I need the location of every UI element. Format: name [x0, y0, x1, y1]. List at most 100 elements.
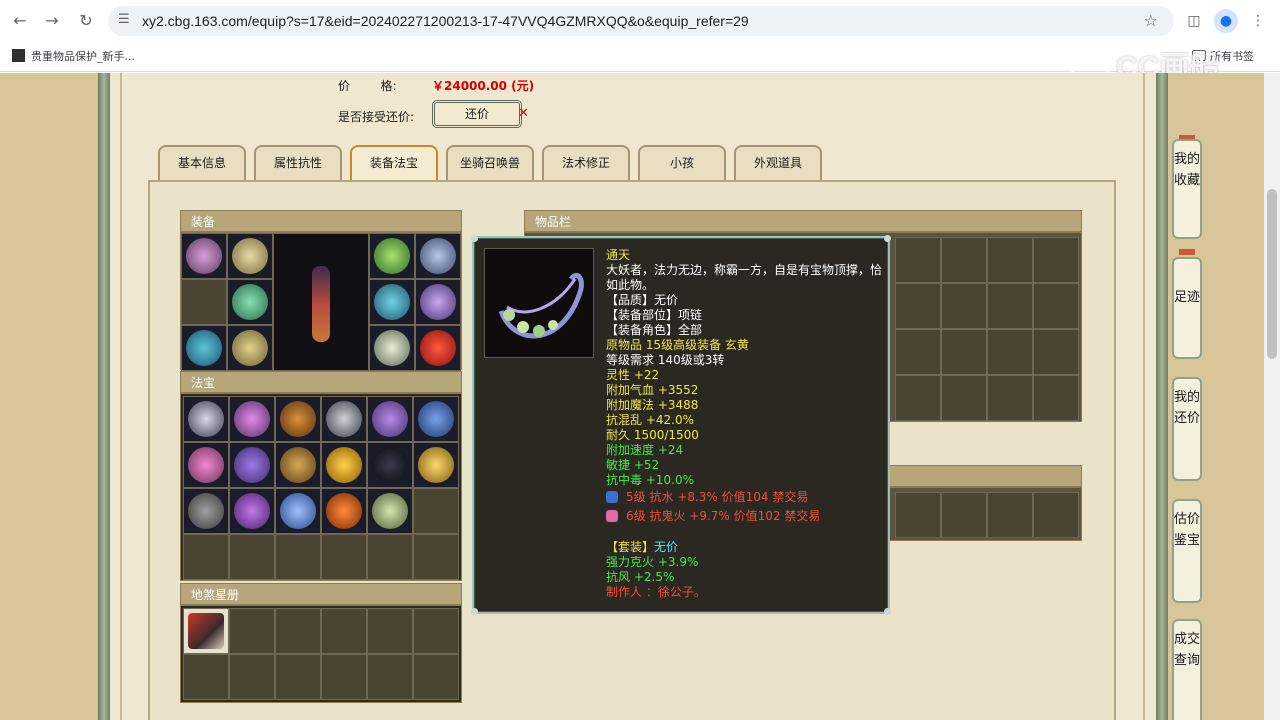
- address-bar[interactable]: ☰ xy2.cbg.163.com/equip?s=17&eid=2024022…: [108, 6, 1174, 36]
- fabao-slot[interactable]: [275, 442, 321, 488]
- fabao-slot[interactable]: [183, 396, 229, 442]
- fabao-slot[interactable]: [413, 442, 459, 488]
- tab-basic-info[interactable]: 基本信息: [158, 145, 246, 181]
- disha-slot-empty[interactable]: [321, 654, 367, 700]
- tab-spell-modify[interactable]: 法术修正: [542, 145, 630, 181]
- bookmark-star-icon[interactable]: ☆: [1144, 11, 1158, 30]
- tab-mount-summon[interactable]: 坐骑召唤兽: [446, 145, 534, 181]
- scrollbar-thumb[interactable]: [1267, 189, 1277, 359]
- fabao-slot[interactable]: [413, 396, 459, 442]
- sidebar-icon[interactable]: ◫: [1182, 9, 1206, 33]
- nav-my-favorites[interactable]: 我的收藏: [1172, 139, 1202, 239]
- fabao-slot-empty[interactable]: [275, 534, 321, 580]
- fabao-slot-empty[interactable]: [321, 534, 367, 580]
- fabao-slot[interactable]: [321, 396, 367, 442]
- disha-slot-empty[interactable]: [275, 654, 321, 700]
- forward-arrow-icon[interactable]: →: [40, 9, 64, 33]
- inventory-slot[interactable]: [895, 283, 941, 329]
- storage-slot[interactable]: [895, 492, 941, 538]
- tab-child[interactable]: 小孩: [638, 145, 726, 181]
- fabao-slot[interactable]: [367, 396, 413, 442]
- equip-slot-hat[interactable]: [227, 233, 273, 279]
- counter-offer-button[interactable]: 还价: [432, 100, 522, 128]
- fabao-item-icon: [188, 447, 224, 483]
- nav-footprint[interactable]: 足迹: [1172, 257, 1202, 359]
- fabao-slot[interactable]: [367, 442, 413, 488]
- tab-appearance[interactable]: 外观道具: [734, 145, 822, 181]
- disha-slot-empty[interactable]: [183, 654, 229, 700]
- fabao-slot[interactable]: [321, 442, 367, 488]
- inventory-slot[interactable]: [987, 283, 1033, 329]
- equip-slot-charm[interactable]: [415, 325, 461, 371]
- profile-avatar-icon[interactable]: ●: [1214, 9, 1238, 33]
- all-bookmarks[interactable]: 所有书签: [1192, 48, 1254, 66]
- inventory-slot[interactable]: [1033, 237, 1079, 283]
- disha-slot-empty[interactable]: [229, 654, 275, 700]
- fabao-slot[interactable]: [229, 396, 275, 442]
- tab-attribute-resist[interactable]: 属性抗性: [254, 145, 342, 181]
- fabao-slot[interactable]: [183, 442, 229, 488]
- equip-slot-bracelet[interactable]: [369, 325, 415, 371]
- equip-slot-necklace[interactable]: [415, 233, 461, 279]
- inventory-slot[interactable]: [987, 329, 1033, 375]
- disha-slot-empty[interactable]: [275, 608, 321, 654]
- storage-slot[interactable]: [941, 492, 987, 538]
- equip-slot-armor[interactable]: [227, 279, 273, 325]
- inventory-slot[interactable]: [941, 237, 987, 283]
- inventory-slot[interactable]: [941, 283, 987, 329]
- fabao-slot[interactable]: [229, 442, 275, 488]
- tab-equip-fabao[interactable]: 装备法宝: [350, 145, 438, 181]
- fabao-slot-empty[interactable]: [183, 534, 229, 580]
- disha-slot-empty[interactable]: [367, 654, 413, 700]
- equip-slot-empty[interactable]: [181, 279, 227, 325]
- disha-slot-empty[interactable]: [413, 608, 459, 654]
- url-text[interactable]: xy2.cbg.163.com/equip?s=17&eid=202402271…: [142, 13, 749, 29]
- site-info-icon[interactable]: ☰: [118, 12, 134, 28]
- back-arrow-icon[interactable]: ←: [8, 9, 32, 33]
- bookmark-item[interactable]: 贵重物品保护_新手...: [12, 48, 135, 66]
- reload-icon[interactable]: ↻: [74, 9, 98, 33]
- inventory-slot[interactable]: [895, 375, 941, 421]
- storage-slot[interactable]: [987, 492, 1033, 538]
- nav-my-counter-offers[interactable]: 我的还价: [1172, 377, 1202, 481]
- fabao-slot[interactable]: [367, 488, 413, 534]
- storage-slot[interactable]: [1033, 492, 1079, 538]
- fabao-slot[interactable]: [183, 488, 229, 534]
- inventory-slot[interactable]: [895, 237, 941, 283]
- fabao-slot[interactable]: [275, 396, 321, 442]
- disha-slot-empty[interactable]: [229, 608, 275, 654]
- menu-kebab-icon[interactable]: ⋮: [1246, 9, 1270, 33]
- inventory-slot[interactable]: [987, 237, 1033, 283]
- equipment-header: 装备: [180, 210, 462, 232]
- disha-slot[interactable]: [183, 608, 229, 654]
- equip-slot-shoes[interactable]: [227, 325, 273, 371]
- fabao-slot-empty[interactable]: [413, 534, 459, 580]
- belt-item-icon: [186, 330, 222, 366]
- inventory-slot[interactable]: [895, 329, 941, 375]
- equip-slot-ring[interactable]: [369, 279, 415, 325]
- set-value: 无价: [654, 540, 679, 554]
- inventory-slot[interactable]: [1033, 375, 1079, 421]
- fabao-slot-empty[interactable]: [229, 534, 275, 580]
- nav-appraisal[interactable]: 估价鉴宝: [1172, 499, 1202, 603]
- equip-slot-weapon[interactable]: [181, 233, 227, 279]
- disha-slot-empty[interactable]: [367, 608, 413, 654]
- fabao-slot[interactable]: [275, 488, 321, 534]
- inventory-slot[interactable]: [987, 375, 1033, 421]
- inventory-slot[interactable]: [1033, 329, 1079, 375]
- inventory-slot[interactable]: [1033, 283, 1079, 329]
- disha-slot-empty[interactable]: [413, 654, 459, 700]
- set-bonus: 抗风 +2.5%: [606, 570, 675, 584]
- inventory-slot[interactable]: [941, 375, 987, 421]
- equip-slot-mask[interactable]: [369, 233, 415, 279]
- disha-slot-empty[interactable]: [321, 608, 367, 654]
- inventory-slot[interactable]: [941, 329, 987, 375]
- fabao-slot[interactable]: [229, 488, 275, 534]
- equip-slot-belt[interactable]: [181, 325, 227, 371]
- nav-deal-search[interactable]: 成交查询: [1172, 619, 1202, 720]
- fabao-slot-empty[interactable]: [367, 534, 413, 580]
- fabao-slot[interactable]: [321, 488, 367, 534]
- equip-slot-ring[interactable]: [415, 279, 461, 325]
- fabao-slot-empty[interactable]: [413, 488, 459, 534]
- page-scrollbar[interactable]: [1264, 73, 1280, 720]
